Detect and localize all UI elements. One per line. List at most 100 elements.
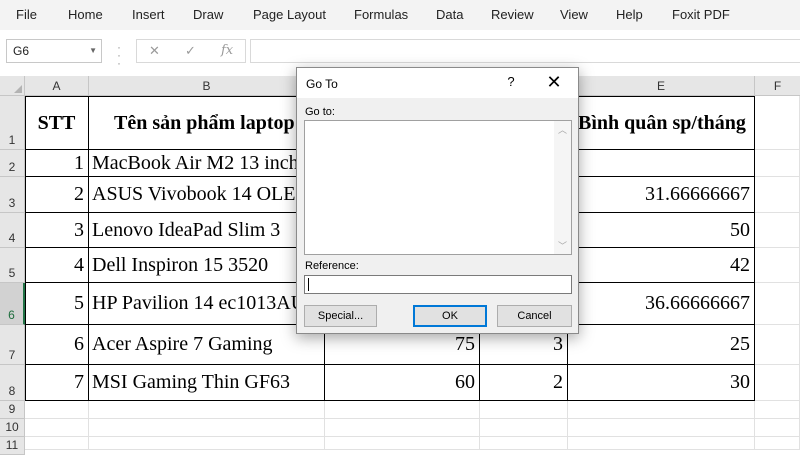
menu-review[interactable]: Review <box>491 0 534 30</box>
name-box[interactable]: G6 ▼ <box>6 39 102 63</box>
cell-f4[interactable] <box>755 213 800 248</box>
dialog-title: Go To <box>306 77 338 91</box>
cell-b1[interactable]: Tên sản phẩm laptop <box>89 96 325 150</box>
row-header-1[interactable]: 1 <box>0 96 25 150</box>
cell-f6[interactable] <box>755 283 800 325</box>
row-header-4[interactable]: 4 <box>0 213 25 248</box>
chevron-down-icon[interactable]: ▼ <box>89 40 97 62</box>
cell-e8[interactable]: 30 <box>568 365 755 401</box>
cell-c11[interactable] <box>325 437 480 450</box>
cell-e2[interactable] <box>568 150 755 177</box>
cell-a4[interactable]: 3 <box>25 213 89 248</box>
menu-foxit-pdf[interactable]: Foxit PDF <box>672 0 730 30</box>
cell-a5[interactable]: 4 <box>25 248 89 283</box>
cell-b4[interactable]: Lenovo IdeaPad Slim 3 <box>89 213 325 248</box>
cell-e6[interactable]: 36.66666667 <box>568 283 755 325</box>
cell-d10[interactable] <box>480 419 568 437</box>
cell-e5[interactable]: 42 <box>568 248 755 283</box>
row-header-9[interactable]: 9 <box>0 401 25 419</box>
menu-help[interactable]: Help <box>616 0 643 30</box>
cell-a8[interactable]: 7 <box>25 365 89 401</box>
menu-home[interactable]: Home <box>68 0 103 30</box>
row-header-3[interactable]: 3 <box>0 177 25 213</box>
cell-a10[interactable] <box>25 419 89 437</box>
drag-handle-icon[interactable]: · · · <box>117 41 121 69</box>
cell-b3[interactable]: ASUS Vivobook 14 OLED <box>89 177 325 213</box>
row-header-11[interactable]: 11 <box>0 437 25 455</box>
menu-page-layout[interactable]: Page Layout <box>253 0 326 30</box>
cell-f1[interactable] <box>755 96 800 150</box>
cell-c9[interactable] <box>325 401 480 419</box>
cell-f5[interactable] <box>755 248 800 283</box>
help-icon[interactable]: ? <box>503 74 519 89</box>
cell-e10[interactable] <box>568 419 755 437</box>
cell-f9[interactable] <box>755 401 800 419</box>
cancel-entry-icon[interactable]: ✕ <box>149 40 160 62</box>
cell-c8[interactable]: 60 <box>325 365 480 401</box>
goto-dialog: Go To ? ✕ Go to: ︿ ﹀ Reference: Special.… <box>296 67 579 334</box>
row-header-2[interactable]: 2 <box>0 150 25 177</box>
cell-e9[interactable] <box>568 401 755 419</box>
column-header-e[interactable]: E <box>568 76 755 96</box>
cell-e11[interactable] <box>568 437 755 450</box>
cell-b11[interactable] <box>89 437 325 450</box>
text-caret <box>308 278 309 291</box>
cell-f8[interactable] <box>755 365 800 401</box>
cell-f10[interactable] <box>755 419 800 437</box>
cell-b5[interactable]: Dell Inspiron 15 3520 <box>89 248 325 283</box>
cell-b6[interactable]: HP Pavilion 14 ec1013AU <box>89 283 325 325</box>
cell-a6[interactable]: 5 <box>25 283 89 325</box>
cell-a3[interactable]: 2 <box>25 177 89 213</box>
cell-f7[interactable] <box>755 325 800 365</box>
menu-formulas[interactable]: Formulas <box>354 0 408 30</box>
row-header-8[interactable]: 8 <box>0 365 25 401</box>
cell-c10[interactable] <box>325 419 480 437</box>
column-header-a[interactable]: A <box>25 76 89 96</box>
cell-e7[interactable]: 25 <box>568 325 755 365</box>
cell-b10[interactable] <box>89 419 325 437</box>
row-header-7[interactable]: 7 <box>0 325 25 365</box>
column-header-f[interactable]: F <box>755 76 800 96</box>
formula-input[interactable] <box>250 39 800 63</box>
dialog-title-bar[interactable]: Go To ? ✕ <box>297 68 578 98</box>
cell-b7[interactable]: Acer Aspire 7 Gaming <box>89 325 325 365</box>
cell-d9[interactable] <box>480 401 568 419</box>
cell-f2[interactable] <box>755 150 800 177</box>
goto-list-scrollbar[interactable]: ︿ ﹀ <box>554 121 571 254</box>
close-icon[interactable]: ✕ <box>542 72 566 92</box>
ok-button[interactable]: OK <box>413 305 487 327</box>
cancel-button[interactable]: Cancel <box>497 305 572 327</box>
menu-data[interactable]: Data <box>436 0 463 30</box>
cell-a2[interactable]: 1 <box>25 150 89 177</box>
cell-b9[interactable] <box>89 401 325 419</box>
cell-d8[interactable]: 2 <box>480 365 568 401</box>
cell-e3[interactable]: 31.66666667 <box>568 177 755 213</box>
confirm-entry-icon[interactable]: ✓ <box>185 40 196 62</box>
scroll-down-icon[interactable]: ﹀ <box>554 239 571 252</box>
insert-function-icon[interactable]: fx <box>221 40 233 62</box>
cell-b8[interactable]: MSI Gaming Thin GF63 <box>89 365 325 401</box>
cell-e1[interactable]: Bình quân sp/tháng <box>568 96 755 150</box>
cell-a7[interactable]: 6 <box>25 325 89 365</box>
cell-f3[interactable] <box>755 177 800 213</box>
cell-d11[interactable] <box>480 437 568 450</box>
menu-view[interactable]: View <box>560 0 588 30</box>
special-button[interactable]: Special... <box>304 305 377 327</box>
row-header-10[interactable]: 10 <box>0 419 25 437</box>
menu-file[interactable]: File <box>16 0 37 30</box>
row-header-5[interactable]: 5 <box>0 248 25 283</box>
cell-a1[interactable]: STT <box>25 96 89 150</box>
goto-list[interactable]: ︿ ﹀ <box>304 120 572 255</box>
cell-f11[interactable] <box>755 437 800 450</box>
cell-a9[interactable] <box>25 401 89 419</box>
cell-b2[interactable]: MacBook Air M2 13 inch <box>89 150 325 177</box>
row-header-6[interactable]: 6 <box>0 283 25 325</box>
column-header-b[interactable]: B <box>89 76 325 96</box>
cell-a11[interactable] <box>25 437 89 450</box>
menu-draw[interactable]: Draw <box>193 0 223 30</box>
cell-e4[interactable]: 50 <box>568 213 755 248</box>
menu-insert[interactable]: Insert <box>132 0 165 30</box>
reference-input[interactable] <box>304 275 572 294</box>
select-all-button[interactable] <box>0 76 25 96</box>
scroll-up-icon[interactable]: ︿ <box>554 123 571 136</box>
